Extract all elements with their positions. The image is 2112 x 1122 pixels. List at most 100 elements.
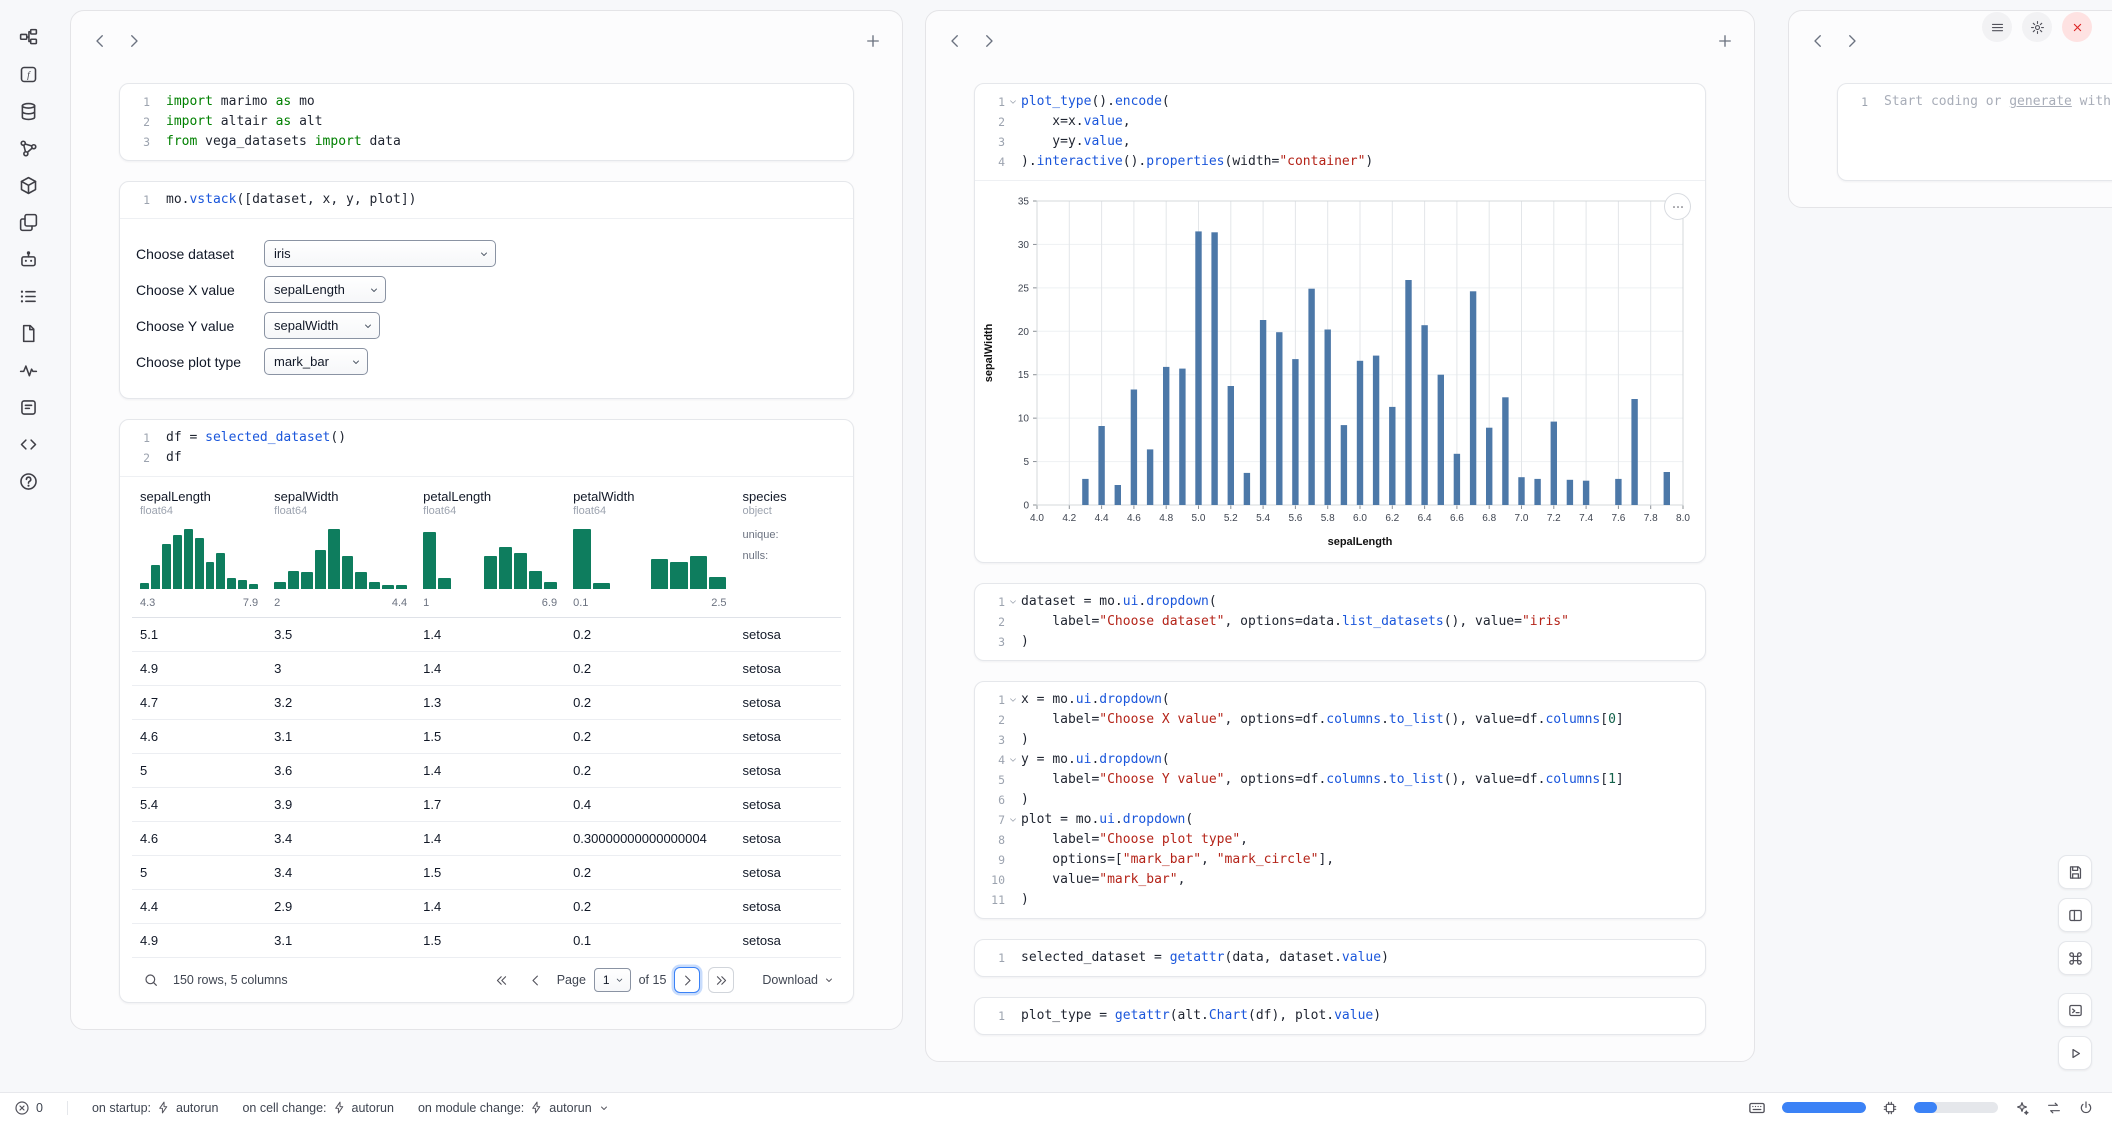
- imports-cell: 1import marimo as mo2import altair as al…: [119, 83, 854, 161]
- add-cell-button[interactable]: [1716, 32, 1734, 50]
- checklist-icon: [18, 286, 39, 307]
- gear-icon: [2030, 20, 2045, 35]
- svg-text:7.6: 7.6: [1611, 513, 1625, 524]
- on-cell-change-chip[interactable]: on cell change: autorun: [242, 1101, 394, 1115]
- notepad-button[interactable]: [17, 396, 39, 418]
- svg-text:7.8: 7.8: [1644, 513, 1658, 524]
- chevron-left-icon: [91, 32, 109, 50]
- column-prev-button[interactable]: [91, 32, 109, 50]
- table-cell: 3.5: [266, 618, 415, 652]
- generate-link[interactable]: generate: [2009, 94, 2072, 109]
- y-value-select[interactable]: sepalWidth: [264, 312, 380, 339]
- svg-text:5.0: 5.0: [1192, 513, 1206, 524]
- document-icon: [18, 323, 39, 344]
- table-cell: 3.6: [266, 754, 415, 788]
- caret-down-icon: [823, 974, 835, 986]
- search-button[interactable]: [138, 967, 164, 993]
- layout-button[interactable]: [2058, 898, 2092, 932]
- document-button[interactable]: [17, 322, 39, 344]
- code-editor[interactable]: 1plot_type = getattr(alt.Chart(df), plot…: [975, 998, 1705, 1034]
- menu-button[interactable]: [1982, 12, 2012, 42]
- help-icon: [18, 471, 39, 492]
- page-select[interactable]: 1: [594, 968, 631, 992]
- gear-button[interactable]: [2022, 12, 2052, 42]
- plot-type-select[interactable]: mark_bar: [264, 348, 368, 375]
- graph-button[interactable]: [17, 137, 39, 159]
- column-next-button[interactable]: [125, 32, 143, 50]
- code-editor[interactable]: 1mo.vstack([dataset, x, y, plot]): [120, 182, 853, 218]
- swap-icon[interactable]: [2046, 1100, 2062, 1116]
- code-editor[interactable]: 1plot_type().encode(2 x=x.value,3 y=y.va…: [975, 84, 1705, 180]
- table-cell: 0.30000000000000004: [565, 822, 734, 856]
- on-module-change-chip[interactable]: on module change: autorun: [418, 1101, 610, 1115]
- add-cell-button[interactable]: [864, 32, 882, 50]
- caret-down-icon: [614, 975, 625, 986]
- graph-icon: [18, 138, 39, 159]
- code-editor[interactable]: 1dataset = mo.ui.dropdown(2 label="Choos…: [975, 584, 1705, 660]
- power-icon[interactable]: [2078, 1100, 2094, 1116]
- first-page-button[interactable]: [489, 967, 515, 993]
- code-editor[interactable]: 1selected_dataset = getattr(data, datase…: [975, 940, 1705, 976]
- line-number: 3: [120, 132, 150, 152]
- checklist-button[interactable]: [17, 285, 39, 307]
- save-button[interactable]: [2058, 855, 2092, 889]
- keyboard-icon[interactable]: [1748, 1099, 1766, 1117]
- chart-menu-button[interactable]: [1664, 193, 1691, 220]
- package-icon: [18, 175, 39, 196]
- column-prev-button[interactable]: [946, 32, 964, 50]
- x-value-select[interactable]: sepalLength: [264, 276, 386, 303]
- command-button[interactable]: [2058, 941, 2092, 975]
- database-button[interactable]: [17, 100, 39, 122]
- file-tree-button[interactable]: [17, 26, 39, 48]
- help-button[interactable]: [17, 470, 39, 492]
- copy-button[interactable]: [17, 211, 39, 233]
- terminal-icon: [2067, 1002, 2084, 1019]
- download-button[interactable]: Download: [762, 973, 835, 987]
- functions-icon: f: [18, 64, 39, 85]
- code-editor[interactable]: 1import marimo as mo2import altair as al…: [120, 84, 853, 160]
- sparkle-icon[interactable]: [2014, 1100, 2030, 1116]
- table-cell: setosa: [735, 856, 842, 890]
- table-cell: 3.1: [266, 924, 415, 958]
- package-button[interactable]: [17, 174, 39, 196]
- dataframe-cell: 1df = selected_dataset()2dfsepalLengthfl…: [119, 419, 854, 1003]
- code-editor[interactable]: 1Start coding or generate with AI: [1838, 84, 2112, 180]
- column-left-header: [71, 11, 902, 71]
- table-cell: 1.5: [415, 720, 565, 754]
- column-left: 1import marimo as mo2import altair as al…: [70, 10, 903, 1030]
- table-cell: 3.2: [266, 686, 415, 720]
- run-button[interactable]: [2058, 1036, 2092, 1070]
- line-number: 2: [975, 112, 1005, 132]
- on-startup-chip[interactable]: on startup: autorun: [92, 1101, 218, 1115]
- svg-text:5.2: 5.2: [1224, 513, 1238, 524]
- functions-button[interactable]: f: [17, 63, 39, 85]
- table-cell: setosa: [735, 618, 842, 652]
- code-button[interactable]: [17, 433, 39, 455]
- line-number: 1: [120, 92, 150, 112]
- robot-button[interactable]: [17, 248, 39, 270]
- code-editor[interactable]: 1x = mo.ui.dropdown(2 label="Choose X va…: [975, 682, 1705, 918]
- last-page-button[interactable]: [708, 967, 734, 993]
- svg-text:6.2: 6.2: [1385, 513, 1399, 524]
- chip-prefix: on module change:: [418, 1101, 524, 1115]
- activity-button[interactable]: [17, 359, 39, 381]
- error-count-button[interactable]: 0: [14, 1100, 43, 1116]
- close-button[interactable]: [2062, 12, 2092, 42]
- robot-icon: [18, 249, 39, 270]
- column-next-button[interactable]: [1843, 32, 1861, 50]
- chip-label: autorun: [549, 1101, 591, 1115]
- column-next-button[interactable]: [980, 32, 998, 50]
- table-row: 4.73.21.30.2setosa: [132, 686, 841, 720]
- code-icon: [18, 434, 39, 455]
- dataset-select[interactable]: iris: [264, 240, 496, 267]
- table-cell: setosa: [735, 822, 842, 856]
- line-number: 1: [120, 428, 150, 448]
- line-number: 9: [975, 850, 1005, 870]
- next-page-button[interactable]: [674, 967, 700, 993]
- caret-down-icon: [350, 356, 362, 368]
- terminal-button[interactable]: [2058, 993, 2092, 1027]
- column-prev-button[interactable]: [1809, 32, 1827, 50]
- code-editor[interactable]: 1df = selected_dataset()2df: [120, 420, 853, 476]
- prev-page-button[interactable]: [523, 967, 549, 993]
- caret-down-icon: [362, 320, 374, 332]
